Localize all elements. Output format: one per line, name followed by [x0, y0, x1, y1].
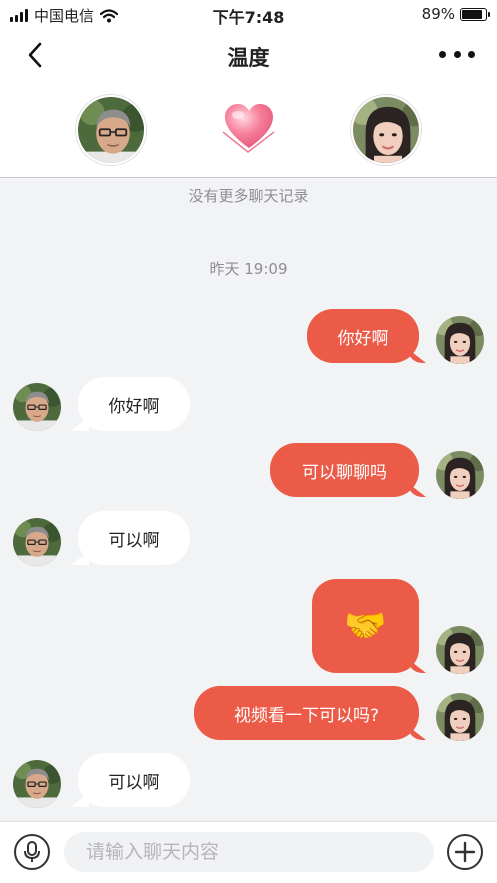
receiver-avatar[interactable] — [13, 383, 61, 431]
status-bar: 中国电信 下午7:48 89% — [0, 0, 497, 28]
sender-avatar[interactable] — [436, 693, 484, 741]
receiver-avatar[interactable] — [13, 760, 61, 808]
sender-avatar[interactable] — [436, 626, 484, 674]
no-more-records-label: 没有更多聊天记录 — [188, 187, 309, 205]
microphone-icon[interactable] — [14, 834, 50, 870]
heart-icon — [225, 104, 273, 148]
incoming-message-bubble[interactable]: 你好啊 — [78, 377, 190, 431]
battery-level — [462, 9, 483, 19]
more-dots-icon[interactable] — [439, 42, 475, 66]
outgoing-message-bubble[interactable]: 可以聊聊吗 — [270, 443, 419, 497]
incoming-message-bubble[interactable]: 可以啊 — [78, 753, 190, 807]
outgoing-message-bubble[interactable]: 你好啊 — [307, 309, 419, 363]
partner-avatar[interactable] — [76, 95, 146, 165]
battery-percent: 89% — [421, 5, 455, 23]
battery-icon — [460, 7, 490, 21]
sender-avatar[interactable] — [436, 316, 484, 364]
incoming-message-bubble[interactable]: 可以啊 — [78, 511, 190, 565]
chat-header: 温度 — [0, 28, 497, 178]
couple-banner — [0, 94, 497, 168]
outgoing-emoji-bubble[interactable]: 🤝 — [312, 579, 419, 673]
plus-icon[interactable] — [447, 834, 483, 870]
receiver-avatar[interactable] — [13, 518, 61, 566]
my-avatar[interactable] — [351, 95, 421, 165]
chat-message-input[interactable] — [64, 832, 434, 872]
status-right: 89% — [421, 5, 490, 23]
sender-avatar[interactable] — [436, 451, 484, 499]
page-title: 温度 — [227, 46, 270, 70]
message-timestamp: 昨天 19:09 — [209, 260, 288, 278]
input-bar — [0, 821, 497, 883]
outgoing-message-bubble[interactable]: 视频看一下可以吗? — [194, 686, 419, 740]
